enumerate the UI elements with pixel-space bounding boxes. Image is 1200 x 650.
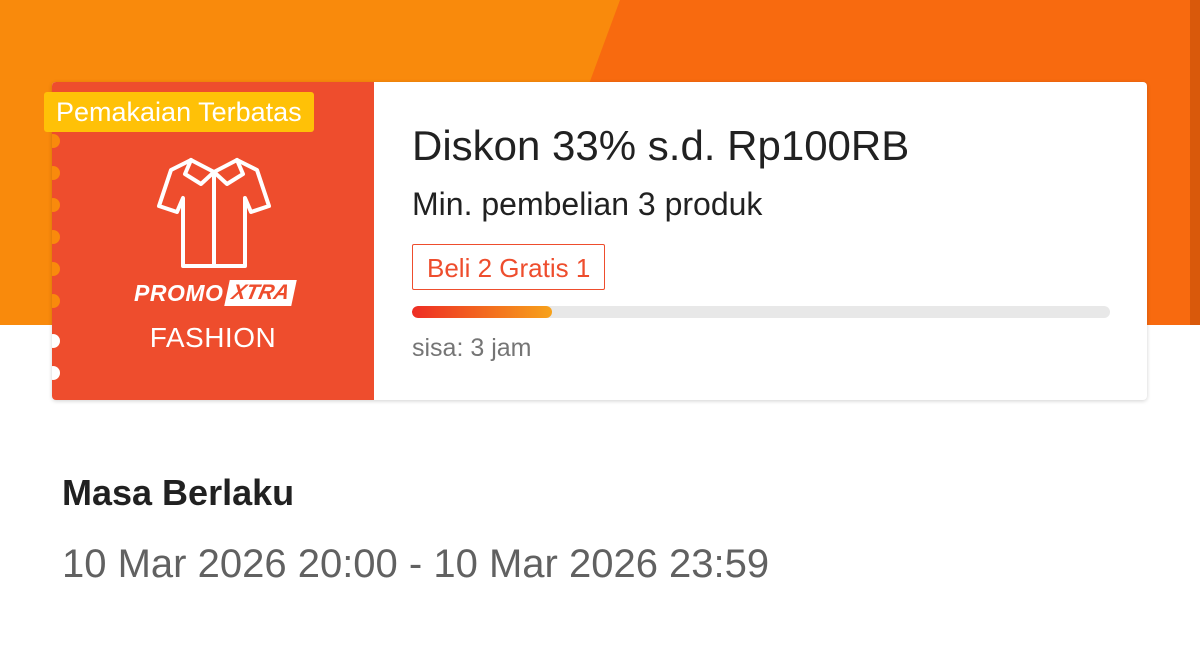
validity-period: 10 Mar 2026 20:00 - 10 Mar 2026 23:59 <box>62 542 770 586</box>
voucher-title: Diskon 33% s.d. Rp100RB <box>412 122 910 169</box>
voucher-details: Diskon 33% s.d. Rp100RB Min. pembelian 3… <box>412 82 1112 400</box>
voucher-category: FASHION <box>149 322 277 353</box>
usage-progress-fill <box>412 306 552 318</box>
remaining-time: sisa: 3 jam <box>412 334 532 362</box>
promo-xtra-logo: PROMO XTRA <box>134 278 298 308</box>
voucher-detail-page: PROMO XTRA FASHION Diskon 33% s.d. Rp100… <box>0 0 1200 650</box>
limited-use-badge: Pemakaian Terbatas <box>44 92 314 132</box>
min-purchase-text: Min. pembelian 3 produk <box>412 186 763 222</box>
validity-label: Masa Berlaku <box>62 472 295 513</box>
promo-tag: Beli 2 Gratis 1 <box>412 244 606 290</box>
usage-progress-bar <box>412 306 1110 318</box>
shirt-icon <box>157 158 271 268</box>
